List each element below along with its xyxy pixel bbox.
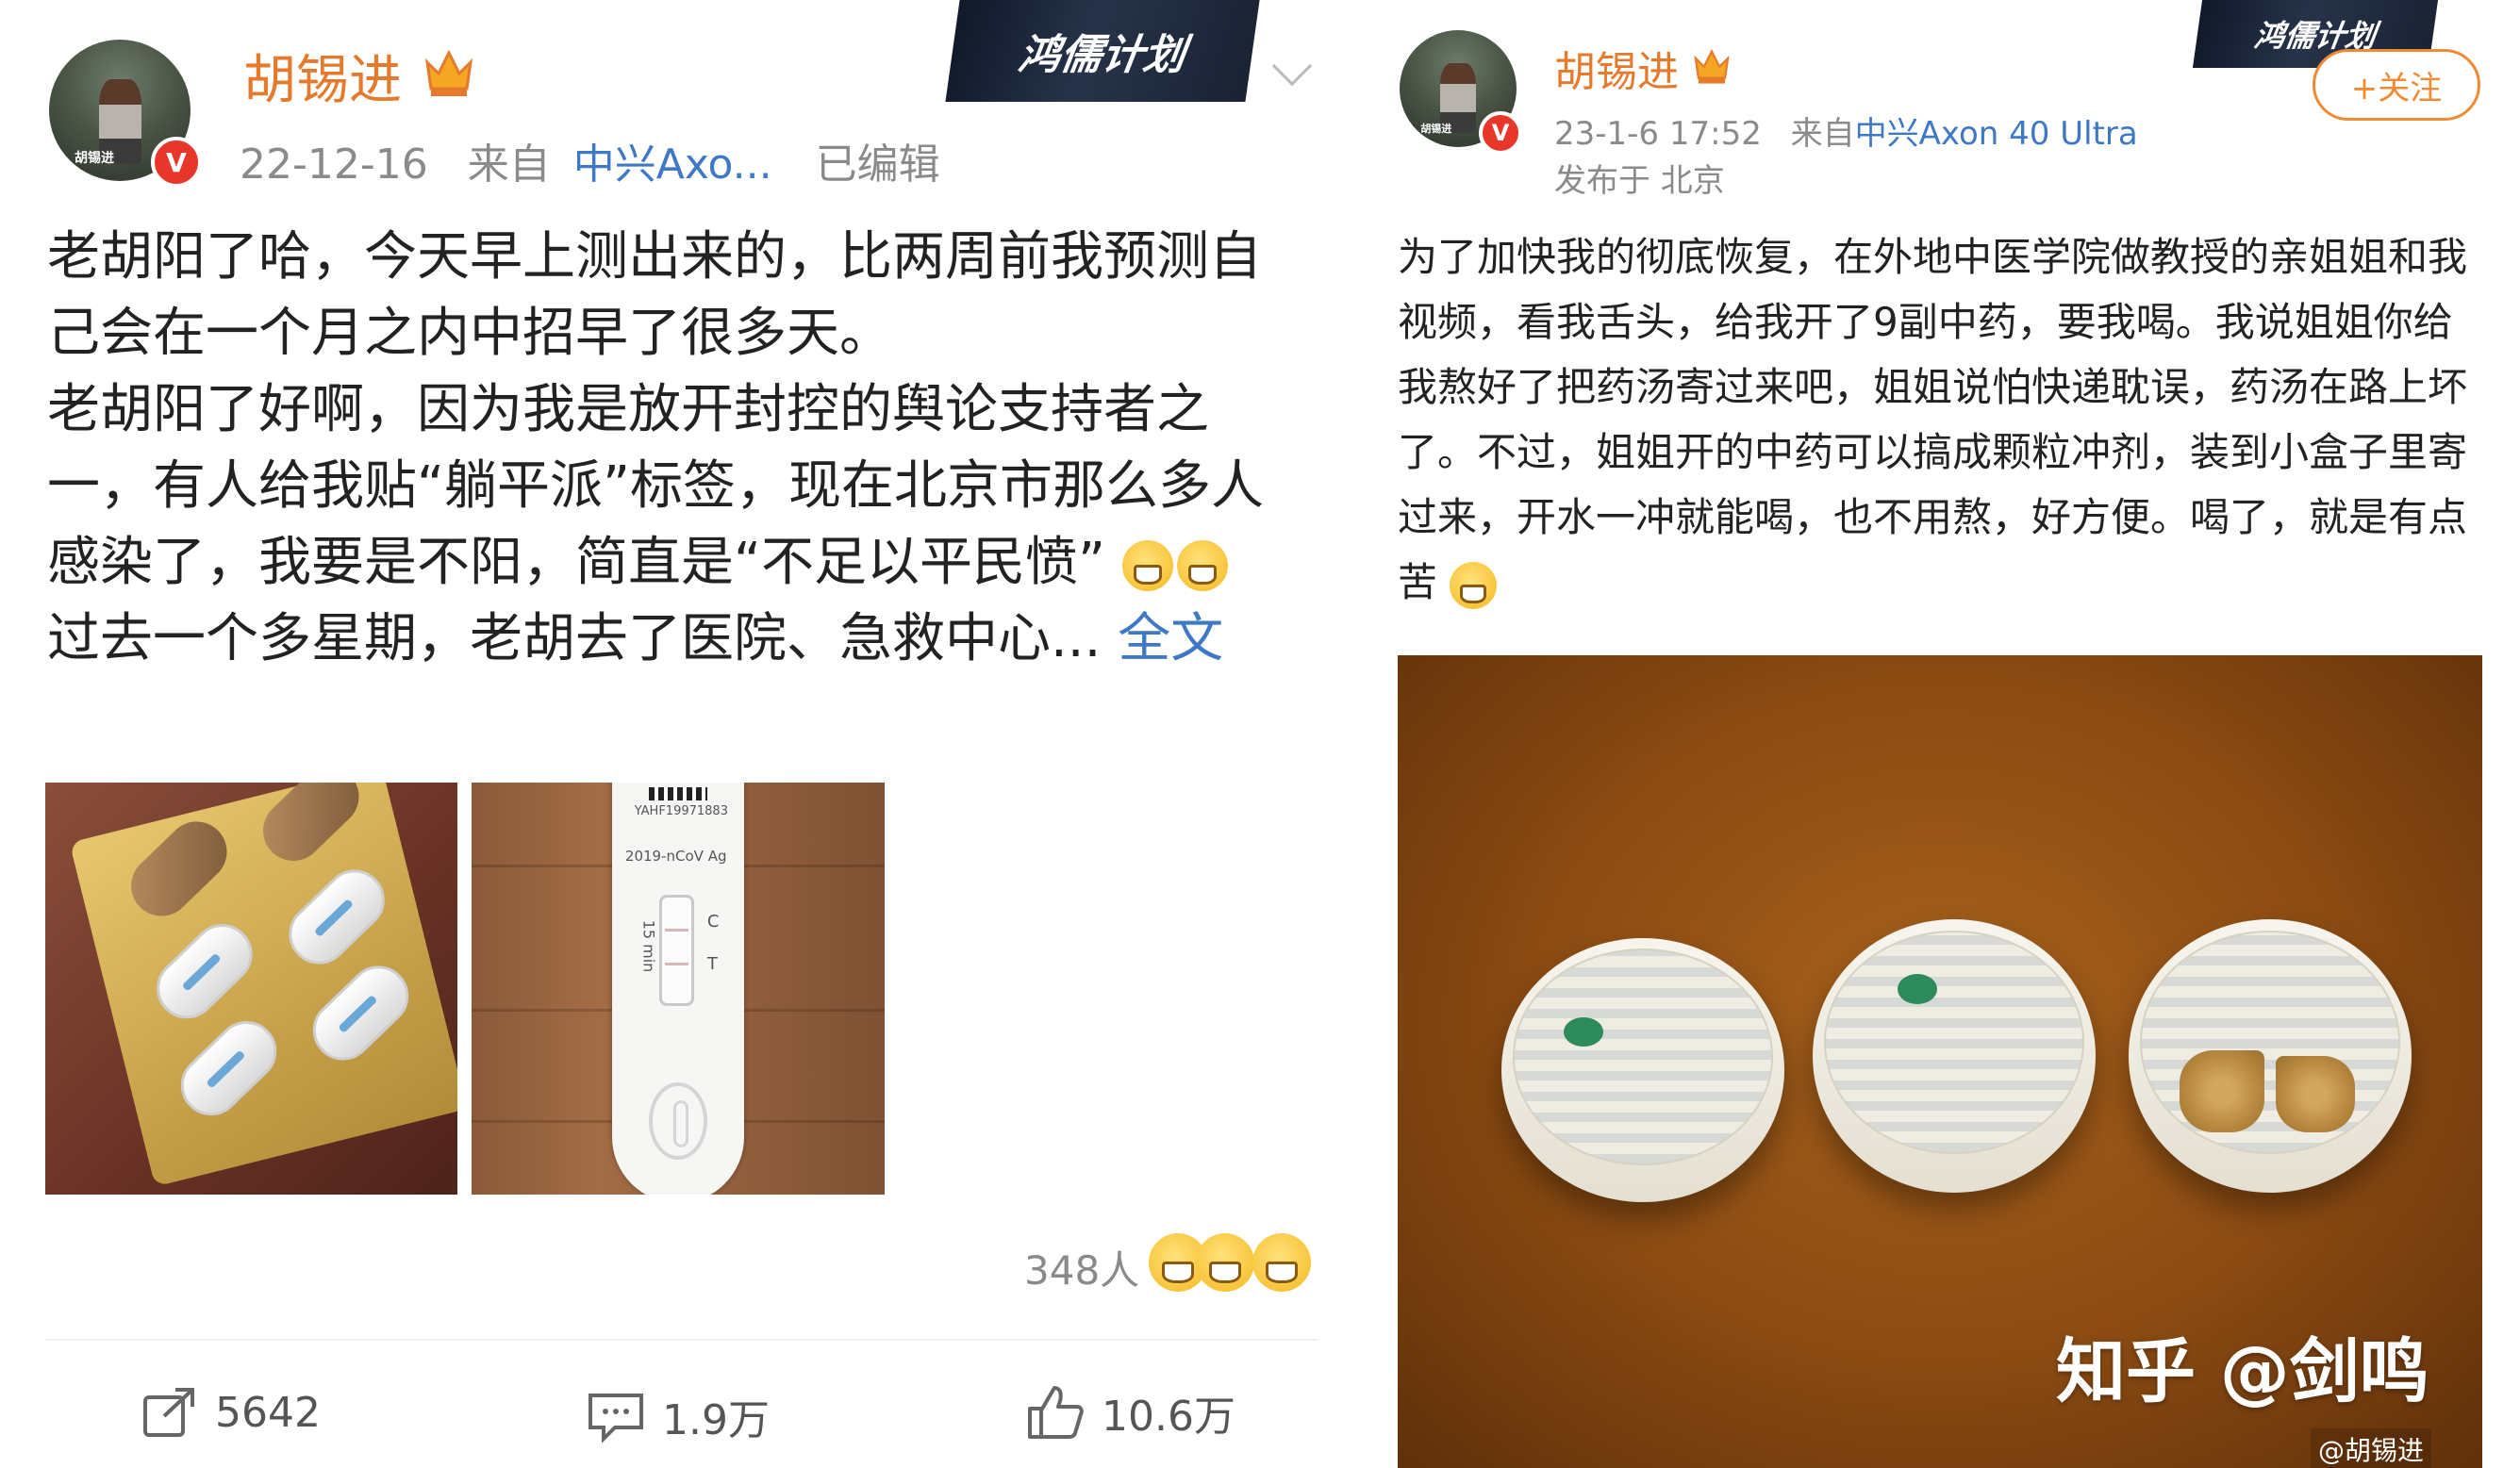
brand-logo-icon	[1898, 974, 1937, 1004]
verified-badge-icon: V	[151, 137, 202, 188]
cup-lid	[1824, 930, 2084, 1155]
paragraph-1: 老胡阳了哈，今天早上测出来的，比两周前我预测自己会在一个月之内中招早了很多天。	[47, 226, 1262, 364]
paragraph-2-text: 老胡阳了好啊，因为我是放开封控的舆论支持者之一，有人给我贴“躺平派”标签，现在北…	[47, 379, 1265, 593]
repost-count: 5642	[215, 1388, 321, 1437]
pill	[143, 912, 264, 1032]
member-crown-icon	[1694, 48, 1730, 84]
qr-code	[649, 786, 707, 800]
member-crown-icon	[424, 49, 473, 96]
control-line	[665, 929, 688, 932]
cup-lid	[2140, 930, 2400, 1155]
post-meta: 22-12-16 来自 中兴Axo... 已编辑	[240, 130, 940, 190]
source-app-link[interactable]: 中兴Axo...	[573, 140, 772, 189]
granules-pile	[2180, 1050, 2264, 1133]
follow-button[interactable]: +关注	[2313, 49, 2480, 121]
herbal-granules-photo[interactable]: 知乎 @剑鸣 @胡锡进	[1398, 655, 2482, 1468]
test-serial: YAHF19971883	[634, 804, 728, 819]
empty-blister	[250, 783, 371, 874]
post-location: 发布于 北京	[1554, 162, 1725, 200]
grin-emoji-icon	[1176, 539, 1228, 591]
like-button[interactable]: 10.6万	[1026, 1382, 1235, 1443]
granules-pile	[2276, 1056, 2355, 1133]
paragraph-3-text: 过去一个多星期，老胡去了医院、急救中心...	[47, 608, 1102, 669]
paragraph-2: 老胡阳了好啊，因为我是放开封控的舆论支持者之一，有人给我贴“躺平派”标签，现在北…	[47, 371, 1311, 601]
control-letter: C	[706, 911, 720, 932]
post-meta: 23-1-6 17:52 来自中兴Axon 40 Ultra	[1554, 107, 2138, 154]
post-body: 为了加快我的彻底恢复，在外地中医学院做教授的亲姐姐和我视频，看我舌头，给我开了9…	[1398, 224, 2473, 615]
post-datetime: 23-1-6 17:52	[1554, 115, 1762, 153]
pill	[275, 857, 397, 978]
share-icon	[143, 1388, 194, 1437]
test-window	[659, 894, 694, 1006]
verified-badge-icon: V	[1479, 111, 1522, 155]
avatar-tag: 胡锡进	[1420, 122, 1452, 135]
pill	[299, 953, 421, 1074]
laugh-emoji-icon[interactable]	[1252, 1233, 1311, 1292]
comment-count: 1.9万	[662, 1396, 770, 1444]
granule-cup-open	[2129, 919, 2412, 1193]
post-date: 22-12-16	[240, 140, 428, 189]
pill	[167, 1008, 289, 1129]
author-name[interactable]: 胡锡进	[243, 38, 402, 114]
post-body: 老胡阳了哈，今天早上测出来的，比两周前我预测自己会在一个月之内中招早了很多天。 …	[47, 219, 1311, 677]
like-count: 10.6万	[1102, 1393, 1235, 1441]
grin-emoji-icon	[1450, 561, 1498, 609]
expand-full-text-link[interactable]: 全文	[1118, 608, 1223, 669]
test-letter: T	[706, 954, 718, 975]
grin-emoji-icon	[1121, 539, 1173, 591]
repost-button[interactable]: 5642	[141, 1386, 321, 1439]
weibo-post-right: 胡锡进 V 胡锡进 23-1-6 17:52 来自中兴Axon 40 Ultra…	[1349, 0, 2520, 1468]
action-divider	[45, 1339, 1318, 1341]
hongru-banner: 鸿儒计划	[945, 0, 1260, 102]
source-app-link[interactable]: 中兴Axon 40 Ultra	[1855, 115, 2138, 153]
zhihu-watermark: 知乎 @剑鸣	[2056, 1331, 2429, 1412]
avatar-tag: 胡锡进	[75, 151, 114, 166]
test-label: 2019-nCoV Ag	[624, 847, 727, 865]
author-name[interactable]: 胡锡进	[1554, 38, 1679, 98]
source-prefix: 来自	[467, 140, 551, 189]
chevron-down-icon[interactable]	[1271, 45, 1313, 87]
kiss-emoji-icon[interactable]	[1196, 1233, 1254, 1292]
test-time: 15 min	[639, 919, 658, 973]
post-text: 为了加快我的彻底恢复，在外地中医学院做教授的亲姐姐和我视频，看我舌头，给我开了9…	[1398, 234, 2468, 605]
weibo-post-left: 胡锡进 V 胡锡进 22-12-16 来自 中兴Axo... 已编辑 鸿儒计划 …	[0, 0, 1349, 1468]
banner-text: 鸿儒计划	[1015, 31, 1188, 79]
source-prefix: 来自	[1790, 115, 1855, 153]
weibo-credit-watermark: @胡锡进	[2311, 1428, 2432, 1468]
antigen-test-photo[interactable]: YAHF19971883 2019-nCoV Ag 15 min C T	[472, 783, 885, 1195]
reactions-count[interactable]: 348人	[1024, 1239, 1139, 1296]
brand-logo-icon	[1564, 1017, 1603, 1047]
edited-label: 已编辑	[815, 140, 940, 189]
comment-icon	[589, 1394, 643, 1443]
granule-cup	[1501, 938, 1784, 1202]
granule-cup	[1813, 919, 2096, 1193]
test-line	[665, 963, 688, 966]
blister-pack	[69, 783, 457, 1187]
paragraph-3: 过去一个多星期，老胡去了医院、急救中心... 全文	[47, 601, 1311, 677]
cup-lid	[1513, 948, 1773, 1165]
sample-well	[649, 1082, 707, 1161]
comment-button[interactable]: 1.9万	[587, 1386, 770, 1446]
thumbs-up-icon	[1028, 1386, 1084, 1439]
test-cassette: YAHF19971883 2019-nCoV Ag 15 min C T	[611, 783, 745, 1195]
pills-photo[interactable]	[45, 783, 457, 1195]
empty-blister	[117, 809, 239, 929]
